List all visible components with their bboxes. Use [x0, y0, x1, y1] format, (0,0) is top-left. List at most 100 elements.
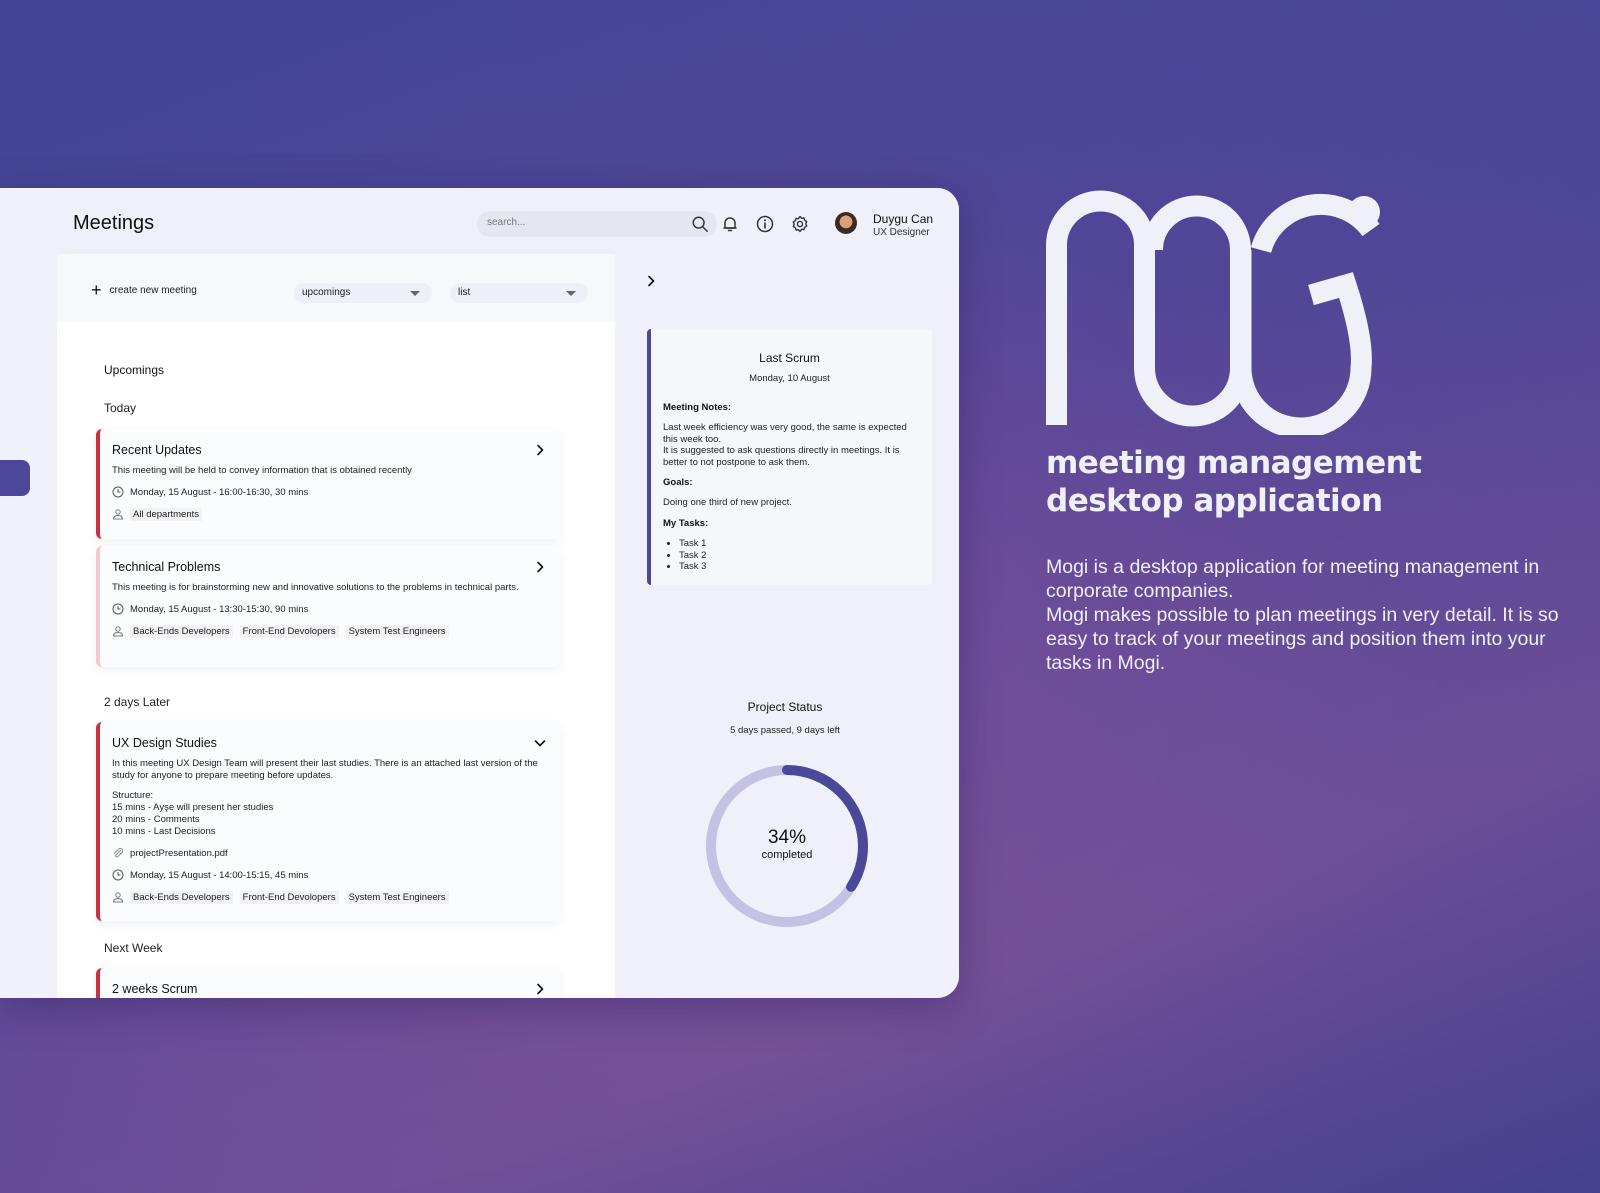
meeting-time: Monday, 15 August - 13:30-15:30, 90 mins — [112, 602, 544, 616]
chevron-right-icon[interactable] — [645, 274, 657, 288]
last-scrum-title: Last Scrum — [759, 351, 820, 365]
sidebar-item-meetings[interactable] — [0, 460, 30, 496]
notes-heading: Meeting Notes: — [663, 402, 732, 413]
create-meeting-button[interactable]: + create new meeting — [91, 280, 197, 300]
participant-tag: Back-Ends Developers — [130, 624, 233, 638]
page-title: Meetings — [73, 212, 155, 234]
goals-text: Doing one third of new project. — [663, 497, 792, 509]
person-icon — [112, 509, 124, 520]
clock-icon — [112, 603, 124, 615]
meeting-title: Technical Problems — [112, 560, 221, 574]
goals-heading: Goals: — [663, 477, 693, 489]
meeting-time: Monday, 15 August - 16:00-16:30, 30 mins — [112, 485, 544, 499]
meeting-time-text: Monday, 15 August - 13:30-15:30, 90 mins — [130, 603, 309, 615]
meeting-title: Recent Updates — [112, 443, 202, 457]
tagline-line: meeting management — [1046, 445, 1422, 481]
plus-icon: + — [91, 280, 102, 300]
participant-tag: System Test Engineers — [345, 890, 449, 904]
mogi-logo — [1046, 190, 1380, 435]
participant-tag: Front-End Devolopers — [239, 890, 339, 904]
meeting-title: 2 weeks Scrum — [112, 982, 198, 996]
promo-description: Mogi is a desktop application for meetin… — [1046, 555, 1576, 675]
search-input[interactable] — [487, 217, 677, 228]
person-icon — [112, 626, 124, 637]
caret-down-icon — [566, 291, 576, 296]
group-label: Today — [104, 401, 137, 415]
meeting-card[interactable]: Recent Updates This meeting will be held… — [96, 429, 560, 539]
project-status-subtitle: 5 days passed, 9 days left — [730, 725, 840, 736]
structure-line: 10 mins - Last Decisions — [112, 826, 216, 837]
bell-icon[interactable] — [720, 214, 740, 234]
detail-panel: Last Scrum Monday, 10 August Meeting Not… — [615, 254, 959, 998]
attachment-name[interactable]: projectPresentation.pdf — [130, 848, 228, 859]
participant-tag: System Test Engineers — [345, 624, 449, 638]
project-status-title: Project Status — [747, 700, 823, 714]
progress-percent: 34% — [767, 827, 807, 848]
participant-tag: All departments — [130, 507, 203, 521]
meeting-time: Monday, 15 August - 14:00-15:15, 45 mins — [112, 868, 544, 882]
clock-icon — [112, 486, 124, 498]
chevron-down-icon[interactable] — [534, 737, 546, 749]
create-meeting-label: create new meeting — [109, 284, 197, 296]
tagline-line: desktop application — [1046, 483, 1383, 519]
participant-tag: Back-Ends Developers — [130, 890, 233, 904]
meeting-participants: Back-Ends Developers Front-End Devoloper… — [112, 624, 544, 638]
header: Meetings Duygu Can UX Designer — [57, 188, 959, 254]
task-item: Task 3 — [679, 561, 916, 573]
meetings-list-panel: + create new meeting upcomings list Upco… — [57, 254, 615, 998]
search-box[interactable] — [477, 211, 717, 237]
meeting-attachment[interactable]: projectPresentation.pdf — [112, 846, 544, 860]
user-role: UX Designer — [873, 227, 930, 238]
toolbar: + create new meeting upcomings list — [57, 254, 615, 322]
user-name: Duygu Can — [873, 212, 934, 226]
group-label: 2 days Later — [104, 695, 171, 709]
notes-line: It is suggested to ask questions directl… — [663, 445, 900, 468]
clock-icon — [112, 869, 124, 881]
task-item: Task 2 — [679, 550, 916, 562]
last-scrum-card: Last Scrum Monday, 10 August Meeting Not… — [647, 329, 932, 585]
meeting-card[interactable]: 2 weeks Scrum — [96, 968, 560, 998]
meeting-description: This meeting will be held to convey info… — [112, 465, 412, 476]
notes-text: Last week efficiency was very good, the … — [663, 422, 916, 468]
meeting-title: UX Design Studies — [112, 736, 217, 750]
filter-dropdown-value: upcomings — [302, 287, 351, 298]
participant-tag: Front-End Devolopers — [239, 624, 339, 638]
caret-down-icon — [410, 291, 420, 296]
chevron-right-icon[interactable] — [534, 983, 546, 995]
view-dropdown-value: list — [458, 287, 471, 298]
meeting-time-text: Monday, 15 August - 16:00-16:30, 30 mins — [130, 486, 309, 498]
structure-line: 20 mins - Comments — [112, 814, 200, 825]
tasks-heading: My Tasks: — [663, 517, 709, 529]
meeting-time-text: Monday, 15 August - 14:00-15:15, 45 mins — [130, 869, 309, 881]
filter-dropdown[interactable]: upcomings — [294, 283, 432, 303]
view-dropdown[interactable]: list — [450, 283, 588, 303]
task-item: Task 1 — [679, 538, 916, 550]
meeting-structure: Structure: 15 mins - Ayşe will present h… — [112, 790, 544, 838]
meeting-card[interactable]: Technical Problems This meeting is for b… — [96, 546, 560, 667]
meeting-description: In this meeting UX Design Team will pres… — [112, 758, 538, 781]
meeting-card-expanded[interactable]: UX Design Studies In this meeting UX Des… — [96, 722, 560, 921]
chevron-right-icon[interactable] — [534, 444, 546, 456]
sidebar — [0, 188, 57, 998]
gear-icon[interactable] — [790, 214, 810, 234]
person-icon — [112, 892, 124, 903]
description-paragraph: Mogi makes possible to plan meetings in … — [1046, 604, 1559, 674]
task-list: Task 1 Task 2 Task 3 — [663, 538, 916, 573]
group-label: Next Week — [104, 941, 163, 955]
description-paragraph: Mogi is a desktop application for meetin… — [1046, 556, 1540, 602]
chevron-right-icon[interactable] — [534, 561, 546, 573]
meeting-participants: All departments — [112, 507, 544, 521]
meeting-participants: Back-Ends Developers Front-End Devoloper… — [112, 890, 544, 904]
structure-line: Structure: — [112, 790, 154, 801]
info-icon[interactable] — [755, 214, 775, 234]
app-window: Meetings Duygu Can UX Designer + create … — [0, 188, 959, 998]
paperclip-icon — [113, 847, 124, 858]
structure-line: 15 mins - Ayşe will present her studies — [112, 802, 274, 813]
section-title: Upcomings — [104, 363, 165, 377]
meeting-description: This meeting is for brainstorming new an… — [112, 582, 519, 593]
search-icon[interactable] — [691, 215, 709, 233]
avatar[interactable] — [835, 212, 857, 234]
last-scrum-date: Monday, 10 August — [749, 373, 830, 384]
tagline: meeting management desktop application — [1046, 444, 1422, 520]
progress-label: completed — [761, 849, 813, 861]
